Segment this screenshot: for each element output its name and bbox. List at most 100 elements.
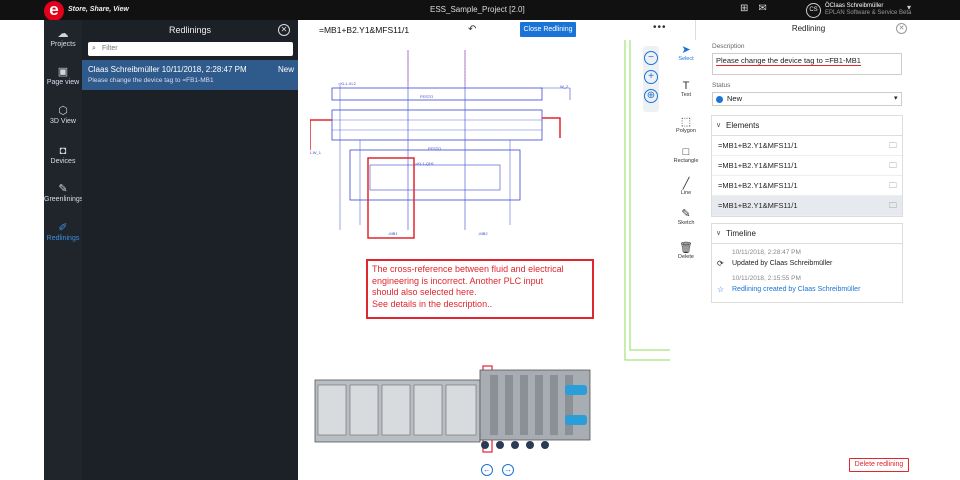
tool-text[interactable]: T Text <box>672 80 700 98</box>
sidebar-item-label: Devices <box>50 158 76 165</box>
tool-label: Polygon <box>676 128 696 134</box>
undo-icon[interactable]: ↶ <box>468 24 476 35</box>
sidebar-item-page-view[interactable]: ▣ Page view <box>44 66 82 86</box>
device-icon: ◘ <box>59 145 67 157</box>
prev-page-button[interactable]: ← <box>481 464 493 476</box>
sketch-icon: ✎ <box>681 208 691 220</box>
element-tag: =MB1+B2.Y1&MFS11/1 <box>718 201 798 210</box>
cube-icon: ⬡ <box>58 105 68 117</box>
rectangle-icon: □ <box>682 146 690 158</box>
mail-icon[interactable]: ✉ <box>758 3 776 14</box>
chevron-down-icon: ∨ <box>716 230 722 237</box>
avatar[interactable]: CS <box>806 3 821 18</box>
tool-label: Select <box>678 56 694 62</box>
redlining-description: Please change the device tag to =FB1-MB1 <box>88 77 214 84</box>
annotation-line: See details in the description.. <box>372 298 493 309</box>
redline-annotation[interactable]: The cross-reference between fluid and el… <box>366 259 594 319</box>
sidebar: ☁ Projects ▣ Page view ⬡ 3D View ◘ Devices ✎… <box>44 20 84 480</box>
tagline: Store, Share, View <box>68 6 129 13</box>
line-icon: ╱ <box>682 178 690 190</box>
tool-sketch[interactable]: ✎ Sketch <box>672 208 700 226</box>
sidebar-item-devices[interactable]: ◘ Devices <box>44 145 82 165</box>
status-select[interactable]: New ▾ <box>712 92 902 106</box>
svg-text:-MB2: -MB2 <box>478 231 488 236</box>
element-tag: =MB1+B2.Y1&MFS11/1 <box>718 181 798 190</box>
sidebar-item-redlinings[interactable]: ✐ Redlinings <box>44 222 82 242</box>
chevron-down-icon[interactable]: ▾ <box>907 3 911 12</box>
more-icon[interactable]: ••• <box>653 22 667 33</box>
timeline-entry: ☆ Redlining created by Claas Schreibmülle… <box>712 284 902 296</box>
close-icon[interactable]: ✕ <box>278 24 290 36</box>
redlining-detail-panel: Redlining ✕ Description Please change th… <box>701 20 960 480</box>
svg-text:=KL1-W_1: =KL1-W_1 <box>310 150 322 155</box>
user-info[interactable]: ÖClaas Schreibmüller EPLAN Software & Se… <box>825 3 911 17</box>
sidebar-item-label: Greenlinings <box>44 196 84 203</box>
tool-select[interactable]: ➤ Select <box>672 44 700 62</box>
chevron-down-icon: ▾ <box>894 95 898 102</box>
sidebar-item-greenlinings[interactable]: ✎ Greenlinings <box>44 183 84 203</box>
close-redlining-button[interactable]: Close Redlining <box>520 22 576 37</box>
status-value: New <box>727 94 743 103</box>
eplan-logo[interactable]: e <box>44 1 64 21</box>
project-title: ESS_Sample_Project [2.0] <box>430 5 525 14</box>
element-row[interactable]: =MB1+B2.Y1&MFS11/1 🗀 <box>712 196 902 216</box>
element-row[interactable]: =MB1+B2.Y1&MFS11/1 🗀 <box>712 136 902 156</box>
star-icon: ☆ <box>717 285 725 294</box>
section-title: Timeline <box>726 229 756 238</box>
folder-icon[interactable]: 🗀 <box>889 156 897 176</box>
element-row[interactable]: =MB1+B2.Y1&MFS11/1 🗀 <box>712 156 902 176</box>
tool-rectangle[interactable]: □ Rectangle <box>672 146 700 164</box>
status-badge: New <box>278 65 295 74</box>
top-bar: e Store, Share, View ESS_Sample_Project … <box>0 0 960 21</box>
filter-input[interactable]: ⌕ Filter <box>88 42 293 56</box>
sidebar-item-projects[interactable]: ☁ Projects <box>44 28 82 48</box>
next-page-button[interactable]: → <box>502 464 514 476</box>
list-item[interactable]: Claas Schreibmüller 10/11/2018, 2:28:47 … <box>82 60 298 90</box>
sidebar-item-3d-view[interactable]: ⬡ 3D View <box>44 105 82 125</box>
elements-header[interactable]: ∨ Elements <box>712 116 902 136</box>
sidebar-item-label: 3D View <box>50 118 76 125</box>
grid-icon[interactable]: ⊞ <box>740 3 758 14</box>
elements-section: ∨ Elements =MB1+B2.Y1&MFS11/1 🗀 =MB1+B2.Y1… <box>711 115 903 217</box>
trash-icon: 🗑 <box>679 242 693 254</box>
svg-text:=KL1-XL2: =KL1-XL2 <box>338 81 357 86</box>
annotation-line: engineering is incorrect. Another PLC in… <box>372 275 544 286</box>
chevron-down-icon: ∨ <box>716 122 722 129</box>
top-icons: ⊞✉ <box>740 3 777 14</box>
folder-icon[interactable]: 🗀 <box>889 136 897 156</box>
svg-text:=KL1-QH1: =KL1-QH1 <box>415 161 435 166</box>
filter-placeholder: Filter <box>102 45 118 52</box>
device-formula: =MB1+B2.Y1&MFS11/1 <box>319 25 410 35</box>
user-name: ÖClaas Schreibmüller <box>825 3 884 9</box>
folder-icon[interactable]: 🗀 <box>889 176 897 196</box>
element-row[interactable]: =MB1+B2.Y1&MFS11/1 🗀 <box>712 176 902 196</box>
timeline-time: 10/11/2018, 2:28:47 PM <box>732 249 801 256</box>
redlining-title: Claas Schreibmüller 10/11/2018, 2:28:47 … <box>88 65 247 74</box>
pen-icon: ✎ <box>58 183 68 195</box>
panel-title: Redlinings <box>168 25 212 35</box>
redline-toolbar: ➤ Select T Text ⬚ Polygon □ Rectangle ╱ Line … <box>672 40 700 480</box>
timeline-time: 10/11/2018, 2:15:55 PM <box>732 275 801 282</box>
panel-title: Redlining <box>791 24 826 33</box>
tool-polygon[interactable]: ⬚ Polygon <box>672 116 700 134</box>
element-tag: =MB1+B2.Y1&MFS11/1 <box>718 141 798 150</box>
polygon-icon: ⬚ <box>680 116 692 128</box>
section-title: Elements <box>726 121 760 130</box>
schematic-drawing: FESTO FESTO =KL1-XL2 =KL1-W_1 W_2 -MB1 -… <box>310 40 670 453</box>
tool-delete[interactable]: 🗑 Delete <box>672 242 700 260</box>
annotation-line: should also selected here. <box>372 287 477 297</box>
sidebar-item-label: Redlinings <box>46 235 80 242</box>
delete-redlining-button[interactable]: Delete redlining <box>849 458 909 472</box>
description-field[interactable]: Please change the device tag to =FB1-MB1 <box>712 53 902 75</box>
status-dot <box>716 96 723 103</box>
close-icon[interactable]: ✕ <box>896 23 907 34</box>
timeline-section: ∨ Timeline 10/11/2018, 2:28:47 PM ⟳ Update… <box>711 223 903 303</box>
svg-text:FESTO: FESTO <box>420 94 433 99</box>
search-icon: ⌕ <box>92 45 96 52</box>
tool-line[interactable]: ╱ Line <box>672 178 700 196</box>
timeline-text: Redlining created by Claas Schreibmüller <box>732 286 861 293</box>
folder-icon[interactable]: 🗀 <box>889 196 897 216</box>
description-label: Description <box>712 43 745 50</box>
timeline-header[interactable]: ∨ Timeline <box>712 224 902 244</box>
user-org: EPLAN Software & Service Beta <box>825 10 912 16</box>
